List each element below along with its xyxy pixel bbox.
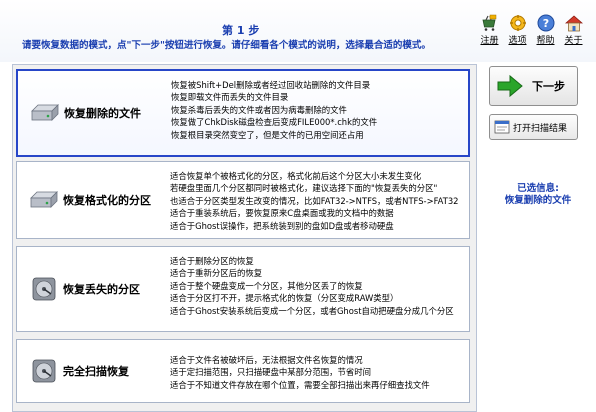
- desc-line: 适合于整个硬盘变成一个分区，其他分区丢了的恢复: [170, 280, 363, 291]
- desc-line: 适合于文件名被破坏后，无法根据文件名恢复的情况: [170, 355, 363, 365]
- next-step-label: 下一步: [532, 80, 565, 93]
- help-label: 帮助: [536, 36, 555, 46]
- header-area: 第 1 步 请要恢复数据的模式，点"下一步"按钮进行恢复。请仔细看各个模式的说明…: [0, 0, 596, 62]
- about-button[interactable]: 关于: [562, 14, 585, 46]
- instruction-text: 请要恢复数据的模式，点"下一步"按钮进行恢复。请仔细看各个模式的说明，选择最合适…: [22, 40, 431, 51]
- desc-line: 适合于删除分区的恢复: [170, 256, 254, 266]
- desc-line: 适合于重新分区后的恢复: [170, 268, 263, 279]
- mode-description: 恢复被Shift+Del删除或者经过回收站删除的文件目录 恢复即载文件而丢失的文…: [171, 79, 464, 141]
- desc-line: 适合于Ghost误操作，把系统装到别的盘如D盘或者移动硬盘: [170, 220, 394, 231]
- mode-name: 恢复格式化的分区: [63, 194, 151, 207]
- register-label: 注册: [480, 36, 499, 46]
- desc-line: 适合于不知道文件存放在哪个位置，需要全部扫描出来再仔细查找文件: [170, 379, 430, 390]
- selected-info: 已选信息: 恢复删除的文件: [482, 183, 594, 207]
- options-icon: [509, 14, 527, 32]
- mode-card-formatted-partition[interactable]: 恢复格式化的分区 适合恢复单个被格式化的分区，格式化前后这个分区大小未发生变化 …: [16, 161, 470, 239]
- options-button[interactable]: 选项: [506, 14, 529, 46]
- disk-partition-icon: [29, 247, 59, 331]
- desc-line: 适合恢复单个被格式化的分区，格式化前后这个分区大小未发生变化: [170, 171, 422, 181]
- open-folder-icon: [494, 120, 510, 134]
- next-step-button[interactable]: 下一步: [489, 66, 578, 106]
- mode-description: 适合于删除分区的恢复 适合于重新分区后的恢复 适合于整个硬盘变成一个分区，其他分…: [170, 255, 465, 317]
- next-arrow-icon: [497, 74, 523, 98]
- about-label: 关于: [564, 36, 583, 46]
- desc-line: 恢复根目录突然变空了，但是文件的已用空间还占用: [171, 129, 364, 140]
- open-scan-result-button[interactable]: 打开扫描结果: [489, 114, 578, 140]
- desc-line: 恢复做了ChkDisk磁盘检查后变成FILE000*.chk的文件: [171, 117, 378, 128]
- mode-name: 恢复删除的文件: [64, 107, 141, 120]
- mode-card-lost-partition[interactable]: 恢复丢失的分区 适合于删除分区的恢复 适合于重新分区后的恢复 适合于整个硬盘变成…: [16, 246, 470, 332]
- mode-name: 完全扫描恢复: [63, 365, 129, 378]
- selected-info-heading: 已选信息:: [517, 183, 559, 194]
- recovery-mode-list: 恢复删除的文件 恢复被Shift+Del删除或者经过回收站删除的文件目录 恢复即…: [12, 64, 477, 412]
- full-scan-disk-icon: [29, 340, 59, 402]
- desc-line: 恢复即载文件而丢失的文件目录: [171, 92, 289, 103]
- top-toolbar: 注册 选项 ? 帮助 关于: [478, 14, 585, 46]
- about-icon: [564, 14, 583, 32]
- mode-name: 恢复丢失的分区: [63, 283, 140, 296]
- mode-card-deleted-files[interactable]: 恢复删除的文件 恢复被Shift+Del删除或者经过回收站删除的文件目录 恢复即…: [16, 69, 470, 157]
- step-title: 第 1 步: [222, 24, 260, 37]
- open-scan-result-label: 打开扫描结果: [513, 123, 568, 134]
- svg-text:?: ?: [542, 17, 548, 30]
- help-button[interactable]: ? 帮助: [534, 14, 557, 46]
- mode-description: 适合于文件名被破坏后，无法根据文件名恢复的情况 适于定扫描范围，只扫描硬盘中某部…: [170, 354, 465, 391]
- mode-card-full-scan[interactable]: 完全扫描恢复 适合于文件名被破坏后，无法根据文件名恢复的情况 适于定扫描范围，只…: [16, 339, 470, 403]
- register-icon: [481, 14, 499, 32]
- mode-description: 适合恢复单个被格式化的分区，格式化前后这个分区大小未发生变化 若硬盘里面几个分区…: [170, 170, 465, 232]
- desc-line: 适合于Ghost安装系统后变成一个分区，或者Ghost自动把硬盘分成几个分区: [170, 305, 454, 316]
- help-icon: ?: [537, 14, 555, 32]
- desc-line: 恢复被Shift+Del删除或者经过回收站删除的文件目录: [171, 80, 371, 90]
- hard-disk-icon: [29, 162, 59, 238]
- register-button[interactable]: 注册: [478, 14, 501, 46]
- selected-info-value: 恢复删除的文件: [504, 195, 572, 206]
- desc-line: 适合于重装系统后，要恢复原来C盘桌面或我的文档中的数据: [170, 208, 394, 219]
- options-label: 选项: [508, 36, 527, 46]
- hard-disk-icon: [30, 71, 60, 155]
- right-panel: 下一步 打开扫描结果 已选信息: 恢复删除的文件: [478, 62, 596, 411]
- desc-line: 适于定扫描范围，只扫描硬盘中某部分范围，节省时间: [170, 367, 371, 378]
- desc-line: 若硬盘里面几个分区都同时被格式化，建议选择下面的"恢复丢失的分区": [170, 183, 438, 194]
- desc-line: 也适合于分区类型发生改变的情况，比如FAT32->NTFS，或者NTFS->FA…: [170, 195, 459, 206]
- desc-line: 适合于分区打不开，提示格式化的恢复（分区变成RAW类型）: [170, 293, 399, 304]
- desc-line: 恢复杀毒后丢失的文件或者因为病毒删除的文件: [171, 104, 347, 115]
